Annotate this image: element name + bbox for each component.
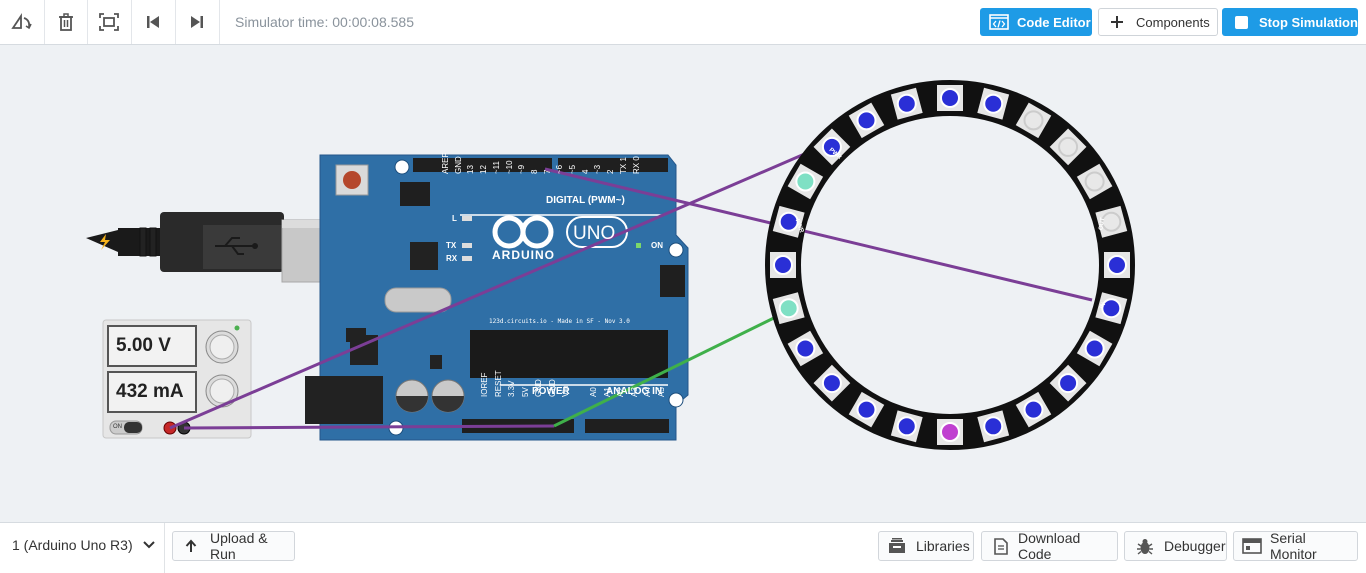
download-code-button[interactable]: Download Code [981, 530, 1118, 562]
upload-run-button[interactable]: Upload & Run [172, 530, 295, 562]
pin-label: Vin [561, 385, 570, 397]
terminal-icon [1242, 538, 1262, 554]
pin-label: 2 [606, 169, 616, 174]
pin-label: GND [453, 156, 463, 174]
rotate-icon[interactable] [0, 0, 45, 44]
neopixel-led [940, 422, 960, 442]
neopixel-led [983, 93, 1004, 114]
upload-icon [185, 539, 197, 553]
download-code-label: Download Code [1018, 530, 1081, 562]
current-display: 432 mA [116, 381, 184, 402]
arduino-model: UNO [573, 223, 616, 244]
trash-icon[interactable] [44, 0, 88, 44]
rx-label: RX [446, 254, 458, 263]
pin-label: ~5 [568, 164, 577, 174]
pin-label: 5V [520, 387, 530, 397]
pin-label: A3 [629, 387, 639, 397]
pin-label: 13 [466, 165, 476, 174]
neopixel-led [1058, 373, 1079, 394]
pin-label: ~11 [491, 161, 501, 174]
toolbar: Simulator time: 00:00:08.585 Code Editor… [0, 0, 1366, 45]
step-forward-icon[interactable] [175, 0, 220, 44]
pin-label: 8 [529, 169, 539, 174]
bug-icon [1137, 538, 1153, 555]
pin-label: GND [547, 379, 557, 397]
l-label: L [452, 214, 457, 223]
code-editor-icon [989, 14, 1009, 30]
pin-label: A2 [616, 387, 625, 397]
debugger-label: Debugger [1164, 538, 1226, 554]
pin-label: AREF [441, 152, 450, 174]
neopixel-led [896, 93, 917, 114]
neopixel-led [795, 338, 816, 359]
neopixel-led [821, 373, 842, 394]
digital-label: DIGITAL (PWM~) [546, 195, 625, 206]
pin-label: A1 [602, 387, 612, 397]
pin-label: ~10 [504, 160, 514, 174]
tx-label: TX [446, 241, 457, 250]
neopixel-led [778, 298, 799, 319]
libraries-label: Libraries [916, 538, 970, 554]
neopixel-led [1023, 399, 1044, 420]
neopixel-led [1107, 255, 1127, 275]
pin-label: RX 0 [631, 156, 641, 174]
pin-label: ~3 [593, 164, 603, 174]
code-editor-button[interactable]: Code Editor [980, 8, 1092, 36]
board-footer: 123d.circuits.io - Made in SF - Nov 3.0 [489, 318, 630, 325]
neopixel-led [856, 399, 877, 420]
neopixel-led [1084, 171, 1105, 192]
pin-label: 12 [479, 165, 489, 174]
neopixel-led [1084, 338, 1105, 359]
neopixel-led [1023, 110, 1044, 131]
pin-label: GND [534, 379, 543, 397]
plus-icon [1110, 15, 1124, 29]
simulator-time: Simulator time: 00:00:08.585 [235, 14, 414, 30]
on-label: ON [651, 241, 663, 250]
board-select[interactable]: 1 (Arduino Uno R3) [12, 537, 155, 553]
libraries-button[interactable]: Libraries [878, 531, 974, 561]
neopixel-led [896, 416, 917, 437]
pin-label: A0 [589, 387, 598, 397]
bottom-bar: 1 (Arduino Uno R3) Upload & Run Librarie… [0, 522, 1366, 573]
arduino-brand: ARDUINO [492, 248, 555, 262]
serial-monitor-button[interactable]: Serial Monitor [1233, 530, 1358, 562]
neopixel-led [983, 416, 1004, 437]
pin-label: IOREF [480, 372, 489, 397]
pin-label: ~9 [517, 164, 527, 174]
wire-ground[interactable] [183, 424, 555, 430]
power-switch-label: ON [113, 424, 122, 430]
components-label: Components [1136, 14, 1210, 30]
step-back-icon[interactable] [131, 0, 176, 44]
libraries-icon [888, 538, 906, 554]
debugger-button[interactable]: Debugger [1124, 531, 1227, 561]
pin-label: 7 [542, 169, 552, 174]
pin-label: A4 [643, 387, 652, 397]
board-select-label: 1 (Arduino Uno R3) [12, 537, 133, 553]
pin-label: 4 [580, 169, 590, 174]
fit-view-icon[interactable] [87, 0, 132, 44]
pin-label: A5 [656, 387, 666, 397]
pin-label: RESET [493, 370, 503, 397]
neopixel-led [773, 255, 793, 275]
serial-monitor-label: Serial Monitor [1270, 530, 1317, 562]
pin-label: ~6 [555, 164, 565, 174]
pin-label: TX 1 [618, 157, 628, 174]
components-button[interactable]: Components [1098, 8, 1218, 36]
stop-simulation-button[interactable]: Stop Simulation [1222, 8, 1358, 36]
upload-run-label: Upload & Run [210, 530, 268, 562]
neopixel-led [856, 110, 877, 131]
stop-icon [1235, 15, 1248, 29]
neopixel-led [795, 171, 816, 192]
pin-label: 3.3V [507, 380, 516, 397]
voltage-display: 5.00 V [116, 335, 171, 356]
neopixel-led [940, 88, 960, 108]
circuit-canvas[interactable]: 5.00 V 432 mA ON ARDUINO UNO DIGITAL (PW… [0, 45, 1366, 522]
stop-simulation-label: Stop Simulation [1259, 14, 1358, 30]
code-editor-label: Code Editor [1017, 14, 1091, 30]
document-icon [994, 537, 1008, 555]
arduino-board[interactable] [305, 154, 689, 441]
neopixel-led [1058, 136, 1079, 157]
chevron-down-icon [142, 541, 155, 549]
